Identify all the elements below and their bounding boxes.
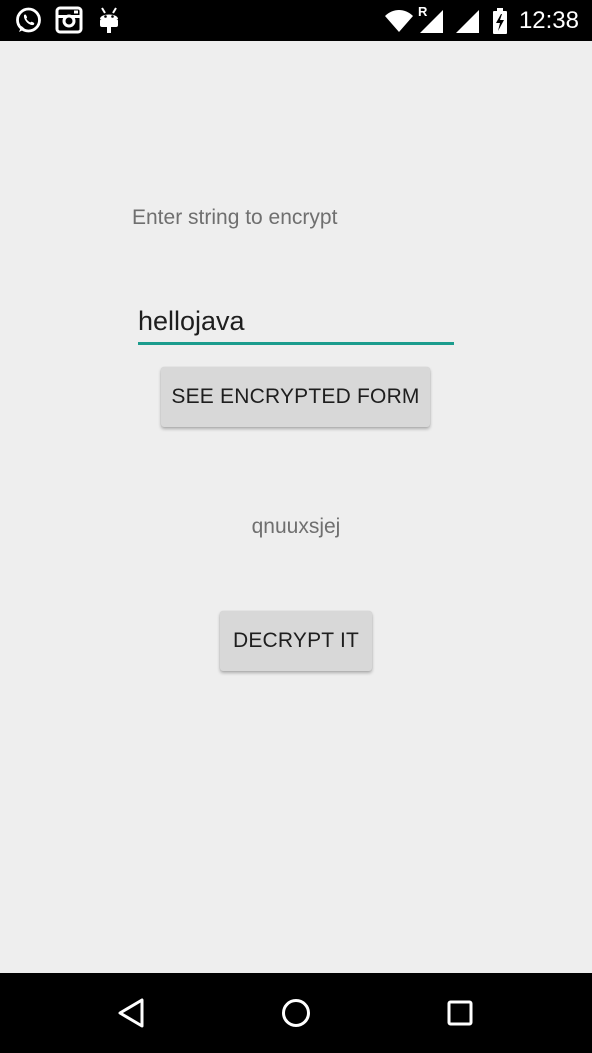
status-time: 12:38 [518, 7, 579, 34]
signal-icon [456, 10, 479, 33]
status-bar: R 12:38 [0, 0, 592, 41]
home-icon [282, 999, 310, 1027]
android-debug-icon [100, 7, 118, 33]
see-encrypted-form-button[interactable]: SEE ENCRYPTED FORM [161, 367, 430, 427]
navigation-bar [0, 973, 592, 1053]
nav-back-button[interactable] [109, 993, 153, 1033]
recents-icon [447, 1000, 473, 1026]
decrypt-button[interactable]: DECRYPT IT [220, 611, 372, 671]
signal-roaming-icon [420, 10, 443, 33]
whatsapp-icon [16, 7, 41, 33]
string-input[interactable] [138, 300, 454, 345]
prompt-label: Enter string to encrypt [132, 206, 338, 229]
wifi-icon [385, 10, 413, 32]
back-icon [118, 998, 144, 1028]
nav-home-button[interactable] [274, 993, 318, 1033]
instagram-icon [55, 6, 83, 34]
nav-recents-button[interactable] [438, 993, 482, 1033]
battery-charging-icon [493, 8, 507, 34]
main-content: Enter string to encrypt SEE ENCRYPTED FO… [0, 41, 592, 973]
encrypted-result-text: qnuuxsjej [251, 515, 341, 538]
